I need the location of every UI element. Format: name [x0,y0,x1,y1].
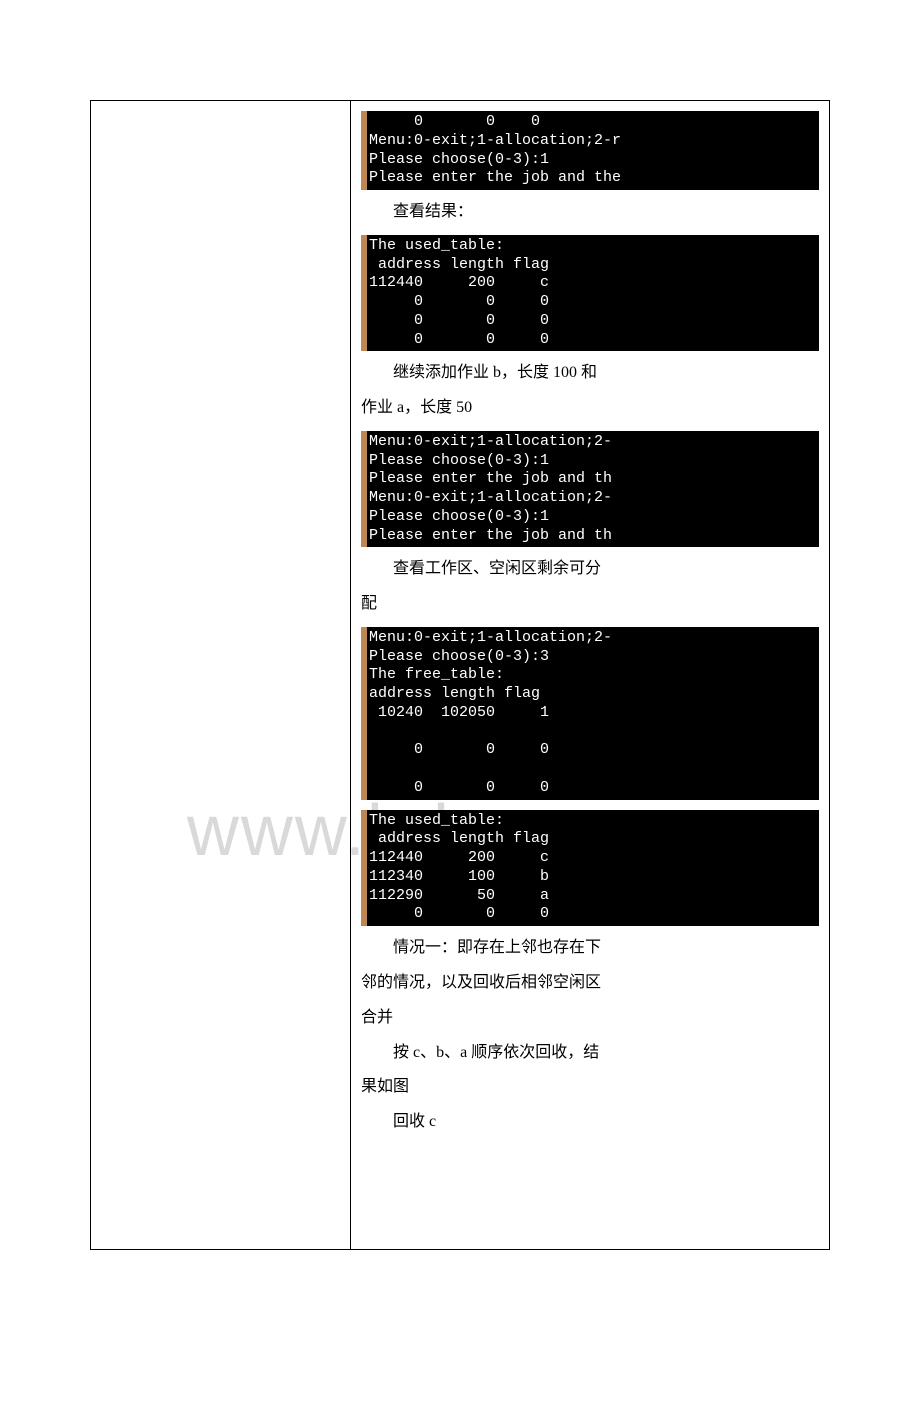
page-frame: 0 0 0 Menu:0-exit;1-allocation;2-r Pleas… [90,100,830,1250]
paragraph-view-work-line1: 查看工作区、空闲区剩余可分 [361,557,819,582]
paragraph-recycle-order-line1: 按 c、b、a 顺序依次回收，结 [361,1041,819,1066]
paragraph-case1-line1: 情况一：即存在上邻也存在下 [361,936,819,961]
paragraph-case1-line2: 邻的情况，以及回收后相邻空闲区 [361,971,819,996]
left-column [91,101,351,1249]
paragraph-add-jobs-line1: 继续添加作业 b，长度 100 和 [361,361,819,386]
terminal-block-5: The used_table: address length flag 1124… [361,810,819,927]
terminal-block-3: Menu:0-exit;1-allocation;2- Please choos… [361,431,819,548]
terminal-block-2: The used_table: address length flag 1124… [361,235,819,352]
paragraph-recycle-c: 回收 c [361,1110,819,1135]
paragraph-view-result: 查看结果： [361,200,819,225]
right-column: 0 0 0 Menu:0-exit;1-allocation;2-r Pleas… [351,101,829,1249]
paragraph-recycle-order-line2: 果如图 [361,1075,819,1100]
paragraph-case1-line3: 合并 [361,1006,819,1031]
paragraph-view-work-line2: 配 [361,592,819,617]
paragraph-add-jobs-line2: 作业 a，长度 50 [361,396,819,421]
terminal-block-1: 0 0 0 Menu:0-exit;1-allocation;2-r Pleas… [361,111,819,190]
terminal-block-4: Menu:0-exit;1-allocation;2- Please choos… [361,627,819,800]
